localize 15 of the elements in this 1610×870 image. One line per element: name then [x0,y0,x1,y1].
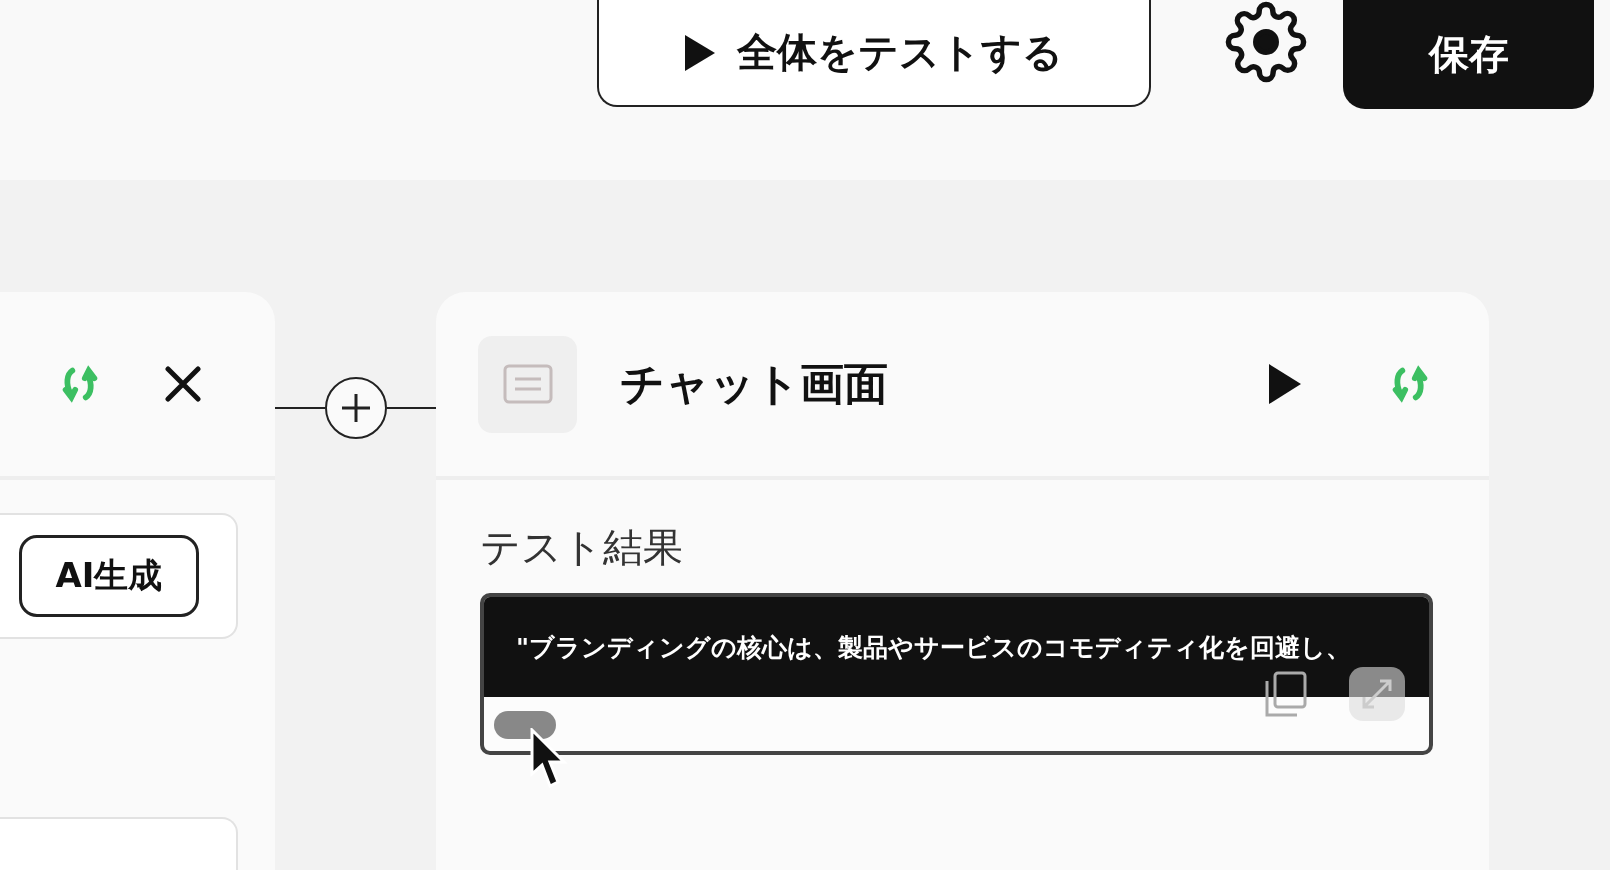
copy-icon[interactable] [1263,671,1307,719]
expand-icon[interactable] [1349,667,1405,721]
play-icon [685,34,715,71]
ai-generate-button[interactable]: AI生成 [19,535,199,618]
settings-icon[interactable] [1225,0,1307,84]
node-title: チャット画面 [620,356,889,411]
output-text: "ブランディングの核心は、製品やサービスのコモディティ化を回避し、 [484,597,1429,697]
test-all-button[interactable]: 全体をテストする [597,0,1151,107]
close-icon[interactable] [165,366,201,402]
message-icon [478,335,577,433]
play-icon[interactable] [1269,364,1301,404]
plus-icon [340,393,371,423]
result-label: テスト結果 [480,523,684,572]
save-button[interactable]: 保存 [1343,0,1594,109]
toggle-handle[interactable] [494,711,556,739]
